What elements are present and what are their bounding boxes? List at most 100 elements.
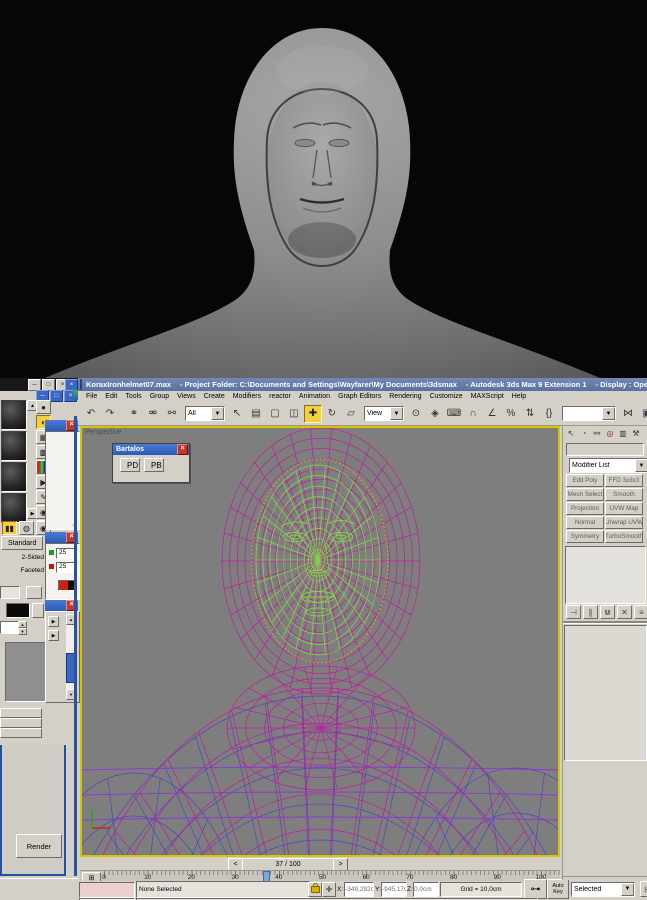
- modifier-stack-list[interactable]: [565, 546, 646, 604]
- select-and-rotate-icon[interactable]: ↻: [323, 404, 341, 423]
- tab-hierarchy-tab[interactable]: ⚯: [591, 427, 603, 439]
- modifier-list-dropdown[interactable]: Modifier List ▼: [569, 458, 647, 473]
- make-unique-icon[interactable]: ⋓: [600, 605, 615, 619]
- select-and-link-icon[interactable]: ⚭: [125, 404, 143, 423]
- tab-modify-tab[interactable]: ◔: [578, 427, 590, 439]
- modifier-button-unwrap-uvw[interactable]: Unwrap UVW: [605, 516, 643, 529]
- rectangular-selection-region-icon[interactable]: ▢: [266, 404, 284, 423]
- material-slot[interactable]: [1, 462, 27, 492]
- material-type-button[interactable]: Standard: [1, 536, 43, 550]
- unlink-selection-icon[interactable]: ⚮: [144, 404, 162, 423]
- spinner-snap-icon[interactable]: ⇅: [521, 404, 539, 423]
- select-by-name-icon[interactable]: ▤: [247, 404, 265, 423]
- menu-maxscript[interactable]: MAXScript: [471, 393, 504, 400]
- mirror-icon[interactable]: ⋈: [619, 404, 637, 423]
- selection-filter-combo[interactable]: All ▼: [185, 406, 225, 421]
- chevron-down-icon[interactable]: ▼: [635, 459, 647, 472]
- perspective-viewport[interactable]: Perspective Bartalos × PD PB: [80, 426, 560, 857]
- modifier-button-turbosmooth[interactable]: TurboSmooth: [605, 530, 643, 543]
- pb-button[interactable]: PB: [144, 458, 164, 472]
- spinner-field[interactable]: [0, 621, 20, 634]
- map-button[interactable]: [32, 603, 44, 618]
- select-and-scale-icon[interactable]: ▱: [342, 404, 360, 423]
- percent-snap-icon[interactable]: %: [502, 404, 520, 423]
- material-slot[interactable]: [1, 493, 27, 523]
- sample-type-icon[interactable]: ●: [36, 400, 51, 414]
- rollout-arrow-icon[interactable]: ▶: [48, 616, 59, 627]
- sample-slots-layout-icon[interactable]: ▮▮: [2, 521, 17, 535]
- tab-create-tab[interactable]: ↖: [565, 427, 577, 439]
- select-and-move-icon[interactable]: ✚: [304, 404, 322, 423]
- menu-edit[interactable]: Edit: [105, 393, 117, 400]
- maxscript-mini-listener[interactable]: [79, 882, 135, 898]
- bartalos-dialog[interactable]: Bartalos × PD PB: [112, 443, 190, 483]
- close-icon[interactable]: ×: [177, 444, 188, 455]
- modifier-button-edit-poly[interactable]: Edit Poly: [566, 474, 604, 487]
- go-to-start-button[interactable]: |◀: [640, 881, 647, 897]
- align-icon[interactable]: ▣: [638, 404, 647, 423]
- material-slot[interactable]: [1, 400, 27, 430]
- shader-button[interactable]: [26, 586, 42, 599]
- bind-to-space-warp-icon[interactable]: ⚯: [163, 404, 181, 423]
- menu-views[interactable]: Views: [177, 393, 196, 400]
- select-and-manipulate-icon[interactable]: ◈: [426, 404, 444, 423]
- tab-display-tab[interactable]: ▥: [617, 427, 629, 439]
- pin-stack-icon[interactable]: ⊣: [566, 605, 581, 619]
- material-slot[interactable]: [1, 431, 27, 461]
- tab-utilities-tab[interactable]: ⚒: [630, 427, 642, 439]
- map-slot-button[interactable]: [0, 718, 42, 728]
- spin-up-icon[interactable]: ▲: [18, 621, 27, 628]
- restore-icon[interactable]: □: [50, 390, 63, 402]
- set-key-filter-combo[interactable]: Selected ▼: [571, 881, 635, 897]
- modifier-button-ffd-3x3x3[interactable]: FFD 3x3x3: [605, 474, 643, 487]
- map-slot-button[interactable]: [0, 728, 42, 738]
- rollout-area[interactable]: [564, 625, 647, 761]
- rollout-arrow-icon[interactable]: ▶: [48, 630, 59, 641]
- chevron-down-icon[interactable]: ▼: [390, 407, 403, 420]
- modifier-button-uvw-map[interactable]: UVW Map: [605, 502, 643, 515]
- spin-down-icon[interactable]: ▼: [18, 628, 27, 635]
- pd-button[interactable]: PD: [120, 458, 140, 472]
- menu-group[interactable]: Group: [150, 393, 169, 400]
- object-name-field[interactable]: [566, 443, 644, 456]
- angle-snap-icon[interactable]: ∠: [483, 404, 501, 423]
- menu-customize[interactable]: Customize: [430, 393, 463, 400]
- shader-field[interactable]: [0, 586, 20, 599]
- chevron-down-icon[interactable]: ▼: [211, 407, 224, 420]
- chevron-down-icon[interactable]: ▼: [602, 407, 615, 420]
- menu-file[interactable]: File: [86, 393, 97, 400]
- tab-motion-tab[interactable]: ◎: [604, 427, 616, 439]
- color-swatch[interactable]: [6, 603, 30, 618]
- modifier-button-smooth[interactable]: Smooth: [605, 488, 643, 501]
- configure-modifier-sets-icon[interactable]: ≡: [634, 605, 647, 619]
- menu-reactor[interactable]: reactor: [269, 393, 291, 400]
- render-button[interactable]: Render: [16, 834, 62, 858]
- undo-icon[interactable]: ↶: [82, 404, 100, 423]
- menu-tools[interactable]: Tools: [125, 393, 141, 400]
- redo-icon[interactable]: ↷: [101, 404, 119, 423]
- y-coordinate-field[interactable]: -945,17cm: [381, 882, 407, 897]
- reference-coordinate-system-combo[interactable]: View ▼: [364, 406, 404, 421]
- menu-create[interactable]: Create: [204, 393, 225, 400]
- menu-graph-editors[interactable]: Graph Editors: [338, 393, 381, 400]
- modifier-button-projection[interactable]: Projection: [566, 502, 604, 515]
- auto-key-button[interactable]: Auto Key: [547, 879, 569, 899]
- absolute-offset-mode-toggle[interactable]: ✛: [322, 882, 336, 897]
- modifier-button-mesh-select[interactable]: Mesh Select: [566, 488, 604, 501]
- map-slot-button[interactable]: [0, 708, 42, 718]
- modifier-button-symmetry[interactable]: Symmetry: [566, 530, 604, 543]
- get-material-icon[interactable]: ◍: [19, 521, 34, 535]
- title-bar[interactable]: KoraxIronhelmet07.max - Project Folder: …: [78, 378, 647, 391]
- use-pivot-point-center-icon[interactable]: ⊙: [407, 404, 425, 423]
- menu-help[interactable]: Help: [512, 393, 526, 400]
- set-keys-button[interactable]: ⊶: [524, 879, 547, 899]
- menu-rendering[interactable]: Rendering: [389, 393, 421, 400]
- time-slider[interactable]: < 37 / 100 >: [80, 857, 560, 871]
- z-coordinate-field[interactable]: 0,0cm: [413, 882, 439, 897]
- bartalos-title-bar[interactable]: Bartalos ×: [113, 444, 189, 455]
- remove-modifier-icon[interactable]: ✕: [617, 605, 632, 619]
- modifier-button-normal[interactable]: Normal: [566, 516, 604, 529]
- spinner-arrows[interactable]: ▲ ▼: [18, 621, 27, 635]
- named-selection-sets-icon[interactable]: {}: [540, 404, 558, 423]
- selection-lock-toggle[interactable]: [308, 882, 322, 897]
